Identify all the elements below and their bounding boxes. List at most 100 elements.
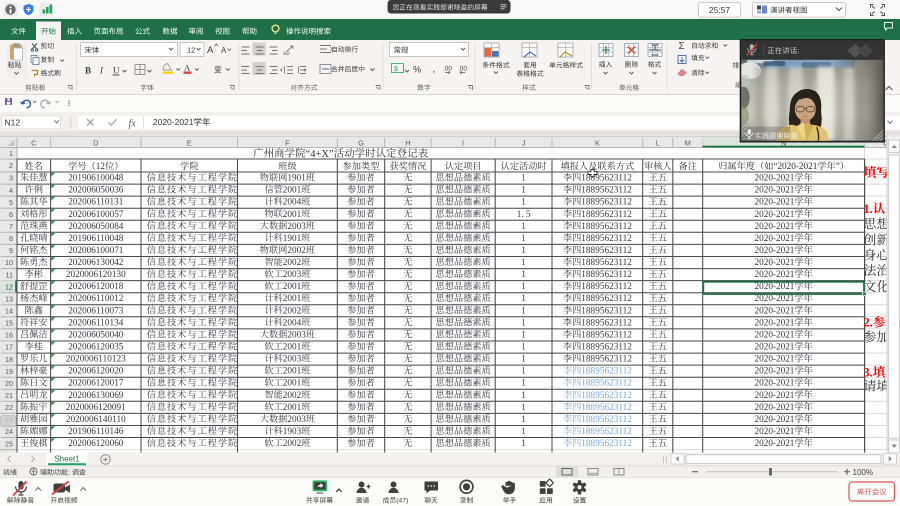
svg-text:1. 5: 1. 5 bbox=[517, 209, 531, 219]
svg-text:2020-2021: 2020-2021 bbox=[755, 173, 795, 183]
svg-text:1: 1 bbox=[521, 402, 526, 412]
svg-text:2020-2021: 2020-2021 bbox=[755, 342, 795, 352]
svg-text:202006120035: 202006120035 bbox=[68, 342, 124, 352]
svg-text:2001: 2001 bbox=[283, 185, 302, 195]
svg-text:2020-2021: 2020-2021 bbox=[755, 185, 795, 195]
svg-text:2003: 2003 bbox=[283, 269, 302, 279]
svg-text::: : bbox=[68, 470, 72, 477]
svg-text:K: K bbox=[595, 139, 600, 148]
svg-text:8: 8 bbox=[9, 234, 13, 243]
svg-text:$: $ bbox=[394, 66, 398, 73]
svg-text:12: 12 bbox=[187, 46, 195, 55]
svg-text:2002: 2002 bbox=[283, 390, 302, 400]
svg-text:2004: 2004 bbox=[283, 197, 302, 207]
svg-text:1: 1 bbox=[521, 366, 526, 376]
svg-text:2002: 2002 bbox=[283, 305, 302, 315]
svg-text:4: 4 bbox=[9, 186, 13, 195]
svg-text:12: 12 bbox=[5, 282, 13, 291]
svg-text:202006100057: 202006100057 bbox=[68, 209, 124, 219]
svg-text:E: E bbox=[187, 139, 192, 148]
svg-text:1: 1 bbox=[521, 173, 526, 183]
svg-text:2020-2021: 2020-2021 bbox=[755, 414, 795, 424]
svg-text:17: 17 bbox=[5, 343, 13, 352]
svg-text:2020-2021: 2020-2021 bbox=[755, 390, 795, 400]
svg-text:1901: 1901 bbox=[287, 173, 306, 183]
svg-text:A: A bbox=[184, 63, 191, 73]
svg-text:2003: 2003 bbox=[287, 330, 306, 340]
svg-text:2002: 2002 bbox=[283, 257, 302, 267]
svg-text:H: H bbox=[405, 139, 410, 148]
svg-text:A: A bbox=[221, 46, 227, 55]
svg-text:1: 1 bbox=[521, 245, 526, 255]
svg-text:202006120020: 202006120020 bbox=[68, 366, 124, 376]
svg-text:“2020-2021: “2020-2021 bbox=[773, 161, 817, 171]
svg-text:2020-2021: 2020-2021 bbox=[755, 426, 795, 436]
svg-text:2003: 2003 bbox=[287, 221, 306, 231]
svg-text:1: 1 bbox=[521, 257, 526, 267]
svg-text:25: 25 bbox=[5, 439, 13, 448]
svg-text:2020-2021: 2020-2021 bbox=[755, 269, 795, 279]
svg-text:22: 22 bbox=[5, 403, 13, 412]
svg-text:1: 1 bbox=[521, 281, 526, 291]
svg-text:N12: N12 bbox=[5, 117, 21, 127]
svg-text:201906100048: 201906100048 bbox=[68, 173, 124, 183]
svg-text:18895623112: 18895623112 bbox=[581, 305, 632, 315]
svg-text:2003: 2003 bbox=[287, 414, 306, 424]
svg-text:202006050040: 202006050040 bbox=[68, 330, 124, 340]
svg-text:J: J bbox=[522, 139, 526, 148]
svg-text:202006130042: 202006130042 bbox=[68, 257, 124, 267]
svg-text:18895623112: 18895623112 bbox=[581, 317, 632, 327]
svg-text:1: 1 bbox=[521, 185, 526, 195]
svg-text:25:57: 25:57 bbox=[709, 5, 731, 15]
svg-text:%: % bbox=[413, 65, 421, 75]
svg-text:202006120017: 202006120017 bbox=[68, 378, 124, 388]
svg-text:2001: 2001 bbox=[283, 402, 302, 412]
svg-text:7: 7 bbox=[9, 222, 13, 231]
svg-text:15: 15 bbox=[5, 319, 13, 328]
svg-text:2020-2021: 2020-2021 bbox=[153, 117, 194, 127]
svg-text:18895623112: 18895623112 bbox=[581, 233, 632, 243]
svg-text:18895623112: 18895623112 bbox=[581, 414, 632, 424]
svg-text:19: 19 bbox=[5, 367, 13, 376]
svg-text:L: L bbox=[656, 139, 660, 148]
svg-text:1: 1 bbox=[521, 438, 526, 448]
svg-text:2020006120091: 2020006120091 bbox=[66, 402, 126, 412]
svg-text:D: D bbox=[93, 139, 99, 148]
svg-text:1: 1 bbox=[9, 149, 13, 158]
svg-text:2020006110123: 2020006110123 bbox=[66, 354, 126, 364]
svg-text:202006050036: 202006050036 bbox=[68, 185, 124, 195]
svg-text:16: 16 bbox=[5, 331, 13, 340]
svg-text:2001: 2001 bbox=[283, 366, 302, 376]
svg-text:2020006120130: 2020006120130 bbox=[66, 269, 126, 279]
svg-text:202006050084: 202006050084 bbox=[68, 221, 124, 231]
svg-text:C: C bbox=[31, 139, 37, 148]
svg-text:10: 10 bbox=[5, 258, 13, 267]
svg-text:18895623112: 18895623112 bbox=[581, 330, 632, 340]
svg-text:2020-2021: 2020-2021 bbox=[755, 209, 795, 219]
svg-text:2001: 2001 bbox=[283, 342, 302, 352]
svg-text:11: 11 bbox=[6, 270, 13, 279]
svg-text:1: 1 bbox=[521, 390, 526, 400]
svg-text:B: B bbox=[85, 66, 91, 76]
svg-text:I: I bbox=[462, 139, 464, 148]
svg-text:3: 3 bbox=[9, 174, 13, 183]
svg-text:2004: 2004 bbox=[283, 317, 302, 327]
svg-text:1: 1 bbox=[521, 305, 526, 315]
svg-text:2003: 2003 bbox=[283, 354, 302, 364]
svg-text:13: 13 bbox=[5, 294, 13, 303]
svg-text:G: G bbox=[358, 139, 364, 148]
svg-text:18895623112: 18895623112 bbox=[581, 245, 632, 255]
svg-text:2001: 2001 bbox=[283, 293, 302, 303]
svg-text:2020-2021: 2020-2021 bbox=[755, 366, 795, 376]
svg-text:2020-2021: 2020-2021 bbox=[755, 233, 795, 243]
svg-text:201906110048: 201906110048 bbox=[68, 233, 124, 243]
svg-text:1: 1 bbox=[521, 342, 526, 352]
svg-text:18895623112: 18895623112 bbox=[581, 209, 632, 219]
svg-text:2020-2021: 2020-2021 bbox=[755, 197, 795, 207]
svg-text:18895623112: 18895623112 bbox=[581, 402, 632, 412]
svg-text:M: M bbox=[685, 139, 691, 148]
svg-text:2020-2021: 2020-2021 bbox=[755, 317, 795, 327]
svg-text:201906110146: 201906110146 bbox=[68, 426, 124, 436]
svg-text:fx: fx bbox=[129, 119, 137, 130]
svg-text:202006110134: 202006110134 bbox=[68, 317, 124, 327]
